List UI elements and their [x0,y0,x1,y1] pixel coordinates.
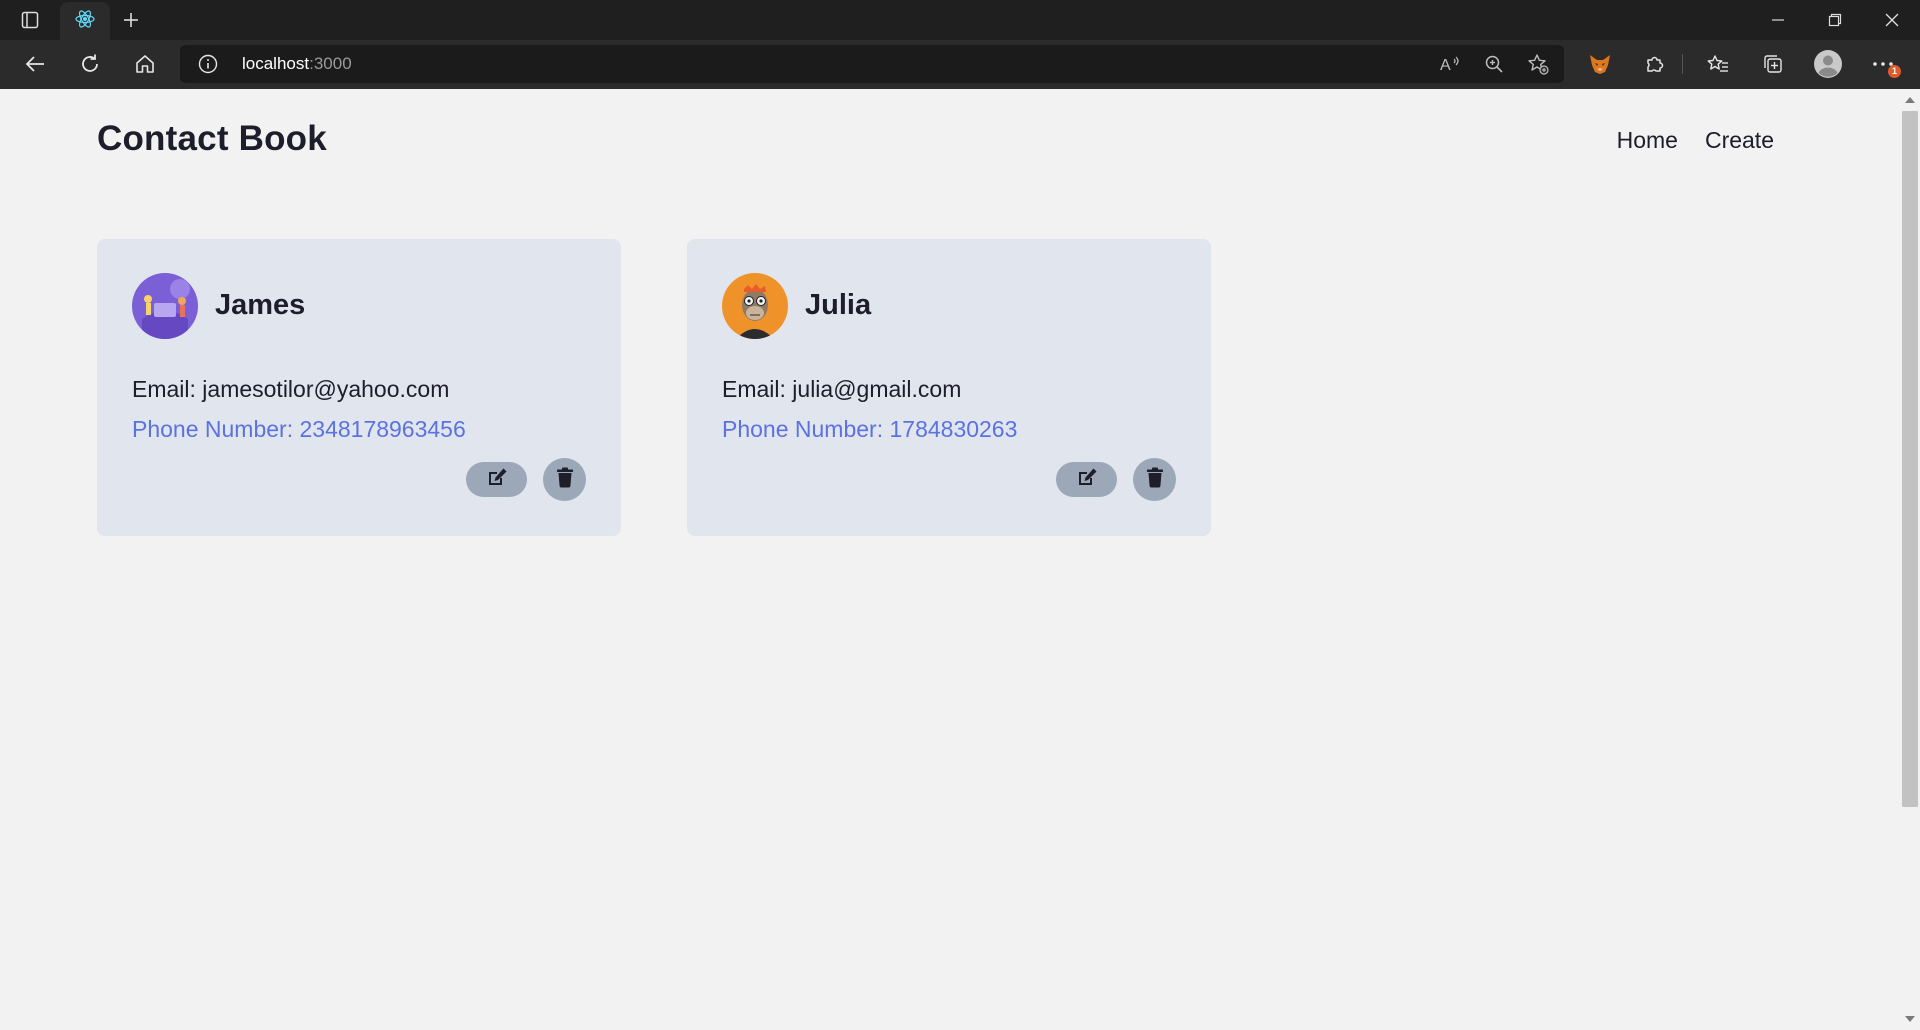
edit-icon [486,467,508,492]
toolbar-divider [1682,54,1683,74]
home-icon[interactable] [127,48,163,80]
page-scrollbar[interactable] [1900,89,1920,1030]
main-nav: Home Create [1617,127,1774,154]
page-title: Contact Book [97,119,327,158]
zoom-icon[interactable] [1478,50,1510,78]
puzzle-icon[interactable] [1635,48,1675,80]
edit-icon [1076,467,1098,492]
browser-tab[interactable] [60,2,110,40]
nav-create-link[interactable]: Create [1705,127,1774,154]
edit-button[interactable] [1056,462,1117,497]
star-add-icon[interactable] [1522,50,1554,78]
svg-text:A: A [1440,57,1451,74]
contact-email: Email: jamesotilor@yahoo.com [132,376,450,402]
fox-icon[interactable] [1580,48,1620,80]
scrollbar-thumb[interactable] [1902,111,1918,807]
minimize-icon[interactable] [1749,0,1806,40]
collections-icon[interactable] [1753,48,1793,80]
contact-email: Email: julia@gmail.com [722,376,962,402]
profile-icon[interactable] [1808,48,1848,80]
nav-home-link[interactable]: Home [1617,127,1678,154]
close-icon[interactable] [1863,0,1920,40]
notification-badge: 1 [1888,65,1901,78]
address-url[interactable]: localhost:3000 [242,45,352,83]
edit-button[interactable] [466,462,527,497]
browser-tab-bar [0,0,1920,40]
browser-toolbar: localhost:3000 A 1 [0,40,1920,89]
contact-phone: Phone Number: 1784830263 [722,416,1018,442]
plus-icon[interactable] [115,6,147,34]
address-bar[interactable]: localhost:3000 A [180,45,1564,83]
scroll-down-icon[interactable] [1900,1012,1920,1026]
back-arrow-icon[interactable] [17,48,53,80]
contact-card: James Email: jamesotilor@yahoo.com Phone… [97,239,621,536]
read-aloud-icon[interactable]: A [1434,50,1466,78]
scroll-up-icon[interactable] [1900,93,1920,107]
delete-button[interactable] [543,458,586,501]
info-icon[interactable] [198,54,218,74]
contact-name: Julia [805,289,872,321]
favorites-icon[interactable] [1698,48,1738,80]
refresh-icon[interactable] [72,48,108,80]
delete-button[interactable] [1133,458,1176,501]
react-icon [74,8,96,35]
trash-icon [1146,467,1164,493]
avatar [132,273,198,339]
avatar [722,273,788,339]
tab-actions-icon[interactable] [12,6,48,34]
contact-phone: Phone Number: 2348178963456 [132,416,466,442]
more-icon[interactable]: 1 [1863,48,1903,80]
page-content: Contact Book Home Create James Email: ja… [0,89,1900,1030]
trash-icon [556,467,574,493]
restore-icon[interactable] [1806,0,1863,40]
address-host: localhost [242,54,310,73]
contact-name: James [215,289,306,321]
contact-card: Julia Email: julia@gmail.com Phone Numbe… [687,239,1211,536]
address-port: :3000 [309,54,352,73]
